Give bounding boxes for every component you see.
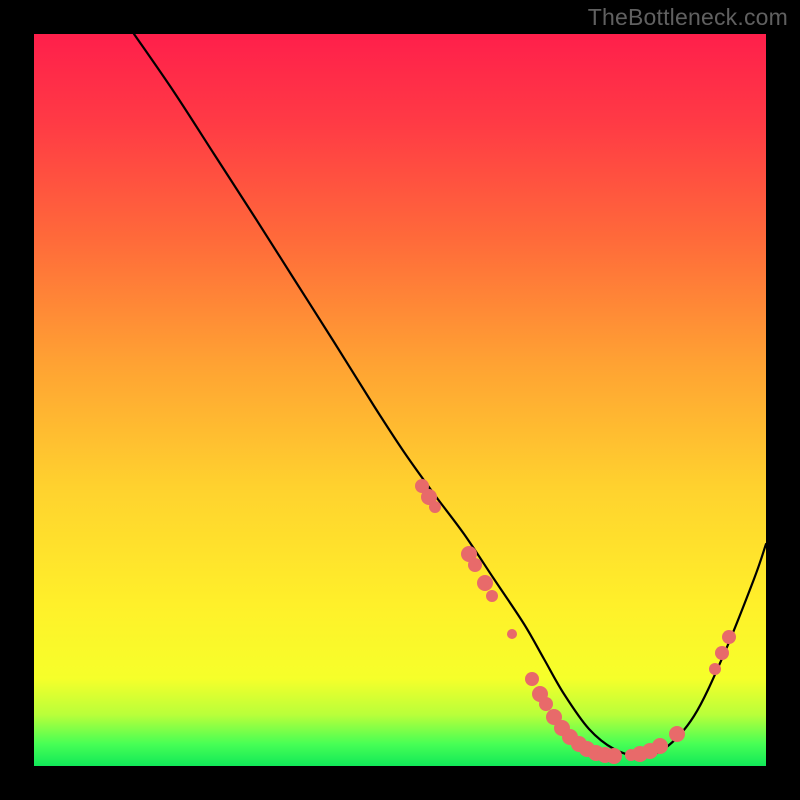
data-marker <box>606 748 622 764</box>
marker-layer <box>415 479 736 764</box>
chart-frame: TheBottleneck.com <box>0 0 800 800</box>
data-marker <box>722 630 736 644</box>
bottleneck-curve <box>134 34 766 756</box>
data-marker <box>652 738 668 754</box>
data-marker <box>477 575 493 591</box>
data-marker <box>709 663 721 675</box>
data-marker <box>468 558 482 572</box>
data-marker <box>429 501 441 513</box>
data-marker <box>525 672 539 686</box>
data-marker <box>507 629 517 639</box>
data-marker <box>539 697 553 711</box>
data-marker <box>715 646 729 660</box>
watermark-label: TheBottleneck.com <box>588 4 788 31</box>
data-marker <box>669 726 685 742</box>
plot-area <box>34 34 766 766</box>
curve-svg <box>34 34 766 766</box>
data-marker <box>486 590 498 602</box>
